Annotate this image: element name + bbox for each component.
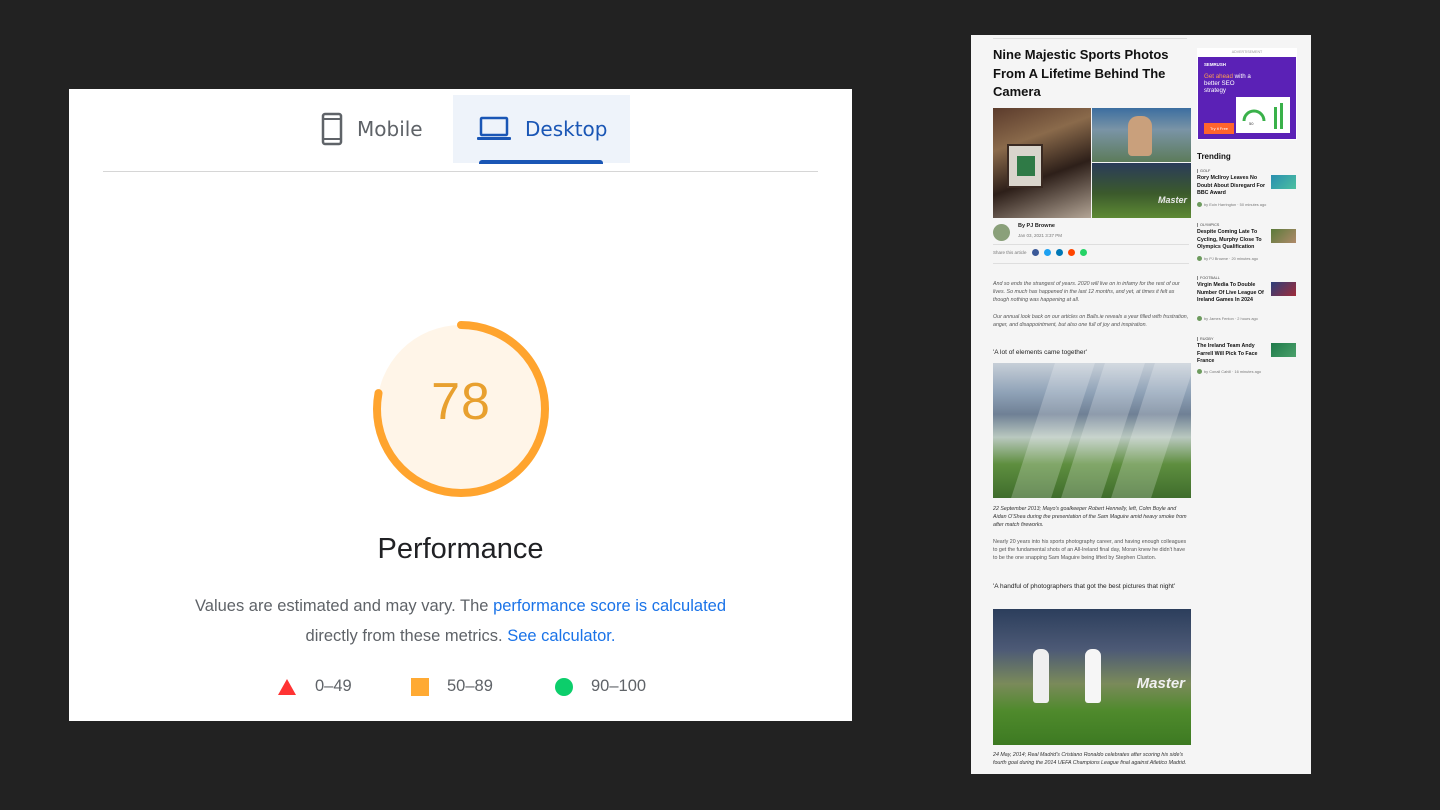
legend-item-average: 50–89 [411, 677, 493, 696]
linkedin-icon[interactable] [1055, 249, 1063, 256]
trending-thumbnail[interactable] [1271, 229, 1296, 243]
article-date: Jan 03, 2021 3:37 PM [1018, 233, 1063, 238]
reddit-icon[interactable] [1067, 249, 1075, 256]
ad-score: 50 [1249, 121, 1254, 126]
photo-brand-text: Master [1136, 675, 1185, 692]
phone-icon [321, 112, 343, 146]
trending-byline: by Conall Cahill · 16 minutes ago [1197, 369, 1261, 374]
trending-byline-text: by Eoin Harrington · 50 minutes ago [1204, 202, 1267, 207]
ad-banner[interactable]: SEMRUSH Get ahead with a better SEO stra… [1198, 57, 1296, 139]
avatar [1197, 316, 1202, 321]
trending-byline: by Eoin Harrington · 50 minutes ago [1197, 202, 1266, 207]
intro-paragraph-1: And so ends the strangest of years. 2020… [993, 281, 1180, 304]
trending-category: GOLF [1197, 169, 1210, 173]
byline-divider [993, 244, 1189, 245]
score-legend: 0–49 50–89 90–100 [69, 677, 852, 701]
hero-photo-collage: Master [993, 108, 1191, 218]
tab-desktop-label: Desktop [525, 117, 608, 141]
ad-copy-highlight: Get ahead [1204, 73, 1233, 80]
trending-byline-text: by Conall Cahill · 16 minutes ago [1204, 369, 1262, 374]
share-bar: Share this article [993, 249, 1087, 256]
avatar [1197, 256, 1202, 261]
trending-thumbnail[interactable] [1271, 282, 1296, 296]
tab-mobile-label: Mobile [357, 117, 423, 141]
trending-title: Trending [1197, 152, 1231, 161]
photo-caption-2: 24 May, 2014; Real Madrid's Cristiano Ro… [993, 752, 1187, 767]
article-top-rule [993, 38, 1187, 39]
performance-score: 78 [431, 373, 491, 431]
description-text-2: directly from these metrics. [305, 627, 508, 645]
stadium-photo [993, 363, 1191, 498]
section-heading-1: 'A lot of elements came together' [993, 349, 1087, 356]
red-triangle-icon [277, 678, 297, 696]
hero-brand-text: Master [1157, 195, 1187, 205]
trending-headline[interactable]: Despite Coming Late To Cycling, Murphy C… [1197, 229, 1267, 252]
selected-tab-indicator [479, 160, 603, 164]
facebook-icon[interactable] [1031, 249, 1039, 256]
trending-category: FOOTBALL [1197, 276, 1220, 280]
legend-range-pass: 90–100 [591, 677, 647, 695]
body-paragraph-1: Nearly 20 years into his sports photogra… [993, 539, 1187, 562]
hero-photo-presentation [993, 108, 1091, 218]
tab-desktop[interactable]: Desktop [453, 95, 630, 163]
share-divider [993, 263, 1189, 264]
ad-label: ADVERTISEMENT [1231, 50, 1263, 54]
trending-byline: by James Fenton · 2 hours ago [1197, 316, 1258, 321]
avatar [1197, 369, 1202, 374]
tabs-divider [103, 171, 818, 172]
laptop-icon [477, 116, 511, 142]
intro-paragraph-2: Our annual look back on our articles on … [993, 314, 1189, 329]
ad-copy: Get ahead with a better SEO strategy [1204, 73, 1254, 94]
green-circle-icon [555, 677, 573, 696]
article-title: Nine Majestic Sports Photos From A Lifet… [993, 47, 1169, 99]
legend-item-fail: 0–49 [277, 677, 352, 696]
trending-byline-text: by PJ Browne · 20 minutes ago [1204, 256, 1259, 261]
ad-cta-button[interactable]: Try it Free [1204, 123, 1234, 134]
trending-thumbnail[interactable] [1271, 175, 1296, 189]
see-calculator-link[interactable]: See calculator. [507, 627, 615, 645]
section-heading-2: 'A handful of photographers that got the… [993, 583, 1176, 590]
sidebar-ad[interactable]: ADVERTISEMENT SEMRUSH Get ahead with a b… [1197, 48, 1297, 140]
photo-caption-1: 22 September 2013; Mayo's goalkeeper Rob… [993, 506, 1187, 529]
score-calculated-link[interactable]: performance score is calculated [493, 597, 726, 615]
whatsapp-icon[interactable] [1079, 249, 1087, 256]
trending-byline-text: by James Fenton · 2 hours ago [1204, 316, 1258, 321]
author-avatar [993, 224, 1010, 241]
legend-range-average: 50–89 [447, 677, 493, 695]
author-name[interactable]: By PJ Browne [1018, 223, 1055, 229]
tab-mobile[interactable]: Mobile [313, 95, 453, 163]
ronaldo-photo: Master [993, 609, 1191, 745]
ad-brand: SEMRUSH [1204, 62, 1226, 67]
trending-byline: by PJ Browne · 20 minutes ago [1197, 256, 1258, 261]
trending-category: RUGBY [1197, 337, 1214, 341]
device-tabs: Mobile Desktop [69, 89, 852, 172]
legend-range-fail: 0–49 [315, 677, 352, 695]
trending-headline[interactable]: Virgin Media To Double Number Of Live Le… [1197, 282, 1267, 305]
description-text-1: Values are estimated and may vary. The [194, 597, 494, 615]
orange-square-icon [411, 677, 429, 696]
twitter-icon[interactable] [1043, 249, 1051, 256]
trending-category: OLYMPICS [1197, 223, 1219, 227]
hero-photo-celebration: Master [1092, 163, 1191, 218]
pagespeed-card: Mobile Desktop 78 Performance Values are… [69, 89, 852, 721]
hero-photo-runner [1092, 108, 1191, 162]
score-description: Values are estimated and may vary. The p… [69, 591, 852, 651]
trending-headline[interactable]: The Ireland Team Andy Farrell Will Pick … [1197, 343, 1267, 366]
metric-title: Performance [377, 533, 544, 565]
article-preview: Nine Majestic Sports Photos From A Lifet… [971, 35, 1311, 774]
avatar [1197, 202, 1202, 207]
trending-headline[interactable]: Rory McIlroy Leaves No Doubt About Disre… [1197, 175, 1267, 198]
ad-dashboard-graphic: 50 [1236, 97, 1290, 133]
legend-item-pass: 90–100 [555, 677, 646, 696]
trending-thumbnail[interactable] [1271, 343, 1296, 357]
share-label: Share this article [993, 250, 1027, 255]
